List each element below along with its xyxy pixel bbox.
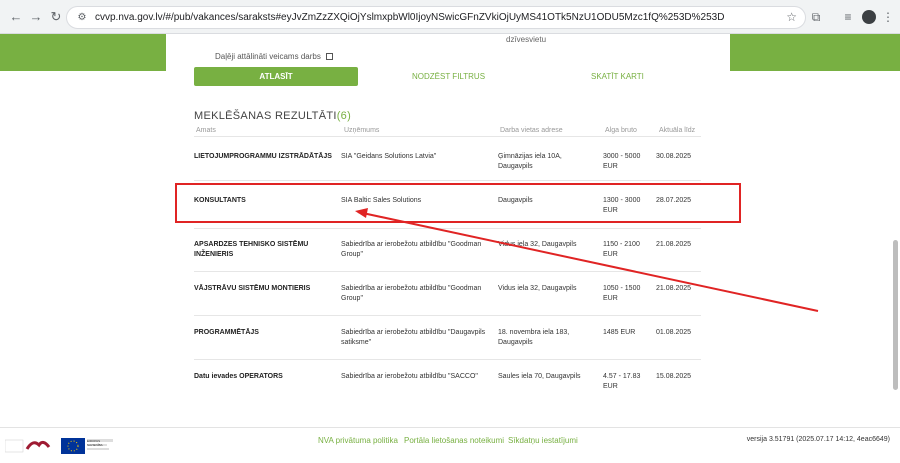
profile-avatar[interactable] xyxy=(862,10,876,24)
page-scrollbar[interactable] xyxy=(893,40,898,460)
header-green-left xyxy=(0,34,166,71)
date: 21.08.2025 xyxy=(656,285,692,292)
reload-icon[interactable]: ↻ xyxy=(48,9,64,25)
remote-work-filter[interactable]: Daļēji attālināti veicams darbs xyxy=(215,52,334,61)
address-bar[interactable]: ⚙ cvvp.nva.gov.lv/#/pub/vakances/sarakst… xyxy=(66,6,806,29)
company: SIA "Geidans Solutions Latvia" xyxy=(341,153,437,160)
results-count: (6) xyxy=(336,110,352,122)
forward-icon[interactable]: → xyxy=(28,9,44,25)
table-divider xyxy=(194,359,701,360)
table-divider xyxy=(194,228,701,229)
address: Vidus iela 32, Daugavpils xyxy=(498,241,577,248)
address: 18. novembra iela 183, Daugavpils xyxy=(498,329,570,346)
table-divider xyxy=(194,136,701,137)
terms-link[interactable]: Portāla lietošanas noteikumi xyxy=(404,436,504,445)
salary: 4.57 - 17.83 EUR xyxy=(603,373,641,390)
date: 30.08.2025 xyxy=(656,153,692,160)
highlight-box xyxy=(175,183,741,223)
page-footer: EIROPAS SAVIENĪBA NVA privātuma politika… xyxy=(0,427,900,463)
star-icon[interactable]: ☆ xyxy=(786,10,797,24)
header-title: Amats xyxy=(196,127,216,134)
results-title: MEKLĒŠANAS REZULTĀTI(6) xyxy=(194,110,352,122)
remote-work-label: Daļēji attālināti veicams darbs xyxy=(215,52,321,61)
table-divider xyxy=(194,315,701,316)
job-title[interactable]: PROGRAMMĒTĀJS xyxy=(194,328,334,338)
table-divider xyxy=(194,271,701,272)
eu-logo-text: EIROPAS SAVIENĪBA xyxy=(87,439,103,447)
extensions-icon[interactable]: ⧉ xyxy=(808,9,824,25)
address: Saules iela 70, Daugavpils xyxy=(498,373,581,380)
company: Sabiedrība ar ierobežotu atbildību "SACC… xyxy=(341,373,478,380)
remote-work-checkbox[interactable] xyxy=(326,53,334,61)
company: Sabiedrība ar ierobežotu atbildību "Daug… xyxy=(341,329,486,346)
job-title[interactable]: Datu ievades OPERATORS xyxy=(194,372,334,382)
date: 21.08.2025 xyxy=(656,241,692,248)
view-map-button[interactable]: SKATĪT KARTI xyxy=(591,72,644,81)
privacy-link[interactable]: NVA privātuma politika xyxy=(318,436,398,445)
header-green-right xyxy=(730,34,900,71)
header-date: Aktuāla līdz xyxy=(659,127,696,134)
back-icon[interactable]: ← xyxy=(8,9,24,25)
salary: 3000 - 5000 EUR xyxy=(603,153,641,170)
browser-toolbar: ← → ↻ ⚙ cvvp.nva.gov.lv/#/pub/vakances/s… xyxy=(0,0,900,34)
dzives-vieta-text: dzīvesvietu xyxy=(506,35,547,44)
date: 15.08.2025 xyxy=(656,373,692,380)
table-divider xyxy=(194,180,701,181)
job-title[interactable]: APSARDZES TEHNISKO SISTĒMU INŽENIERIS xyxy=(194,240,334,260)
header-salary: Alga bruto xyxy=(605,127,637,134)
salary: 1150 - 2100 EUR xyxy=(603,241,640,258)
header-company: Uzņēmums xyxy=(344,127,380,134)
company: Sabiedrība ar ierobežotu atbildību "Good… xyxy=(341,241,482,258)
site-info-icon[interactable]: ⚙ xyxy=(75,11,89,25)
salary: 1485 EUR xyxy=(603,329,636,336)
search-button[interactable]: ATLASĪT xyxy=(194,67,358,86)
company: Sabiedrība ar ierobežotu atbildību "Good… xyxy=(341,285,482,302)
address: Ģimnāzijas iela 10A, Daugavpils xyxy=(498,153,562,170)
url-text[interactable]: cvvp.nva.gov.lv/#/pub/vakances/saraksts#… xyxy=(95,12,785,23)
cookies-link[interactable]: Sīkdatņu iestatījumi xyxy=(508,436,578,445)
date: 01.08.2025 xyxy=(656,329,692,336)
scrollbar-thumb[interactable] xyxy=(893,240,898,390)
menu-icon[interactable]: ⋮ xyxy=(880,9,896,25)
header-address: Darba vietas adrese xyxy=(500,127,563,134)
version-text: versija 3.51791 (2025.07.17 14:12, 4eac6… xyxy=(746,436,890,443)
salary: 1050 - 1500 EUR xyxy=(603,285,641,302)
reading-list-icon[interactable]: ≡ xyxy=(840,9,856,25)
job-title[interactable]: LIETOJUMPROGRAMMU IZSTRĀDĀTĀJS xyxy=(194,152,334,162)
address: Vidus iela 32, Daugavpils xyxy=(498,285,577,292)
clear-filters-button[interactable]: NODZĒST FILTRUS xyxy=(412,72,485,81)
eu-logos: EIROPAS SAVIENĪBA xyxy=(4,435,115,457)
job-title[interactable]: VĀJSTRĀVU SISTĒMU MONTIERIS xyxy=(194,284,334,294)
